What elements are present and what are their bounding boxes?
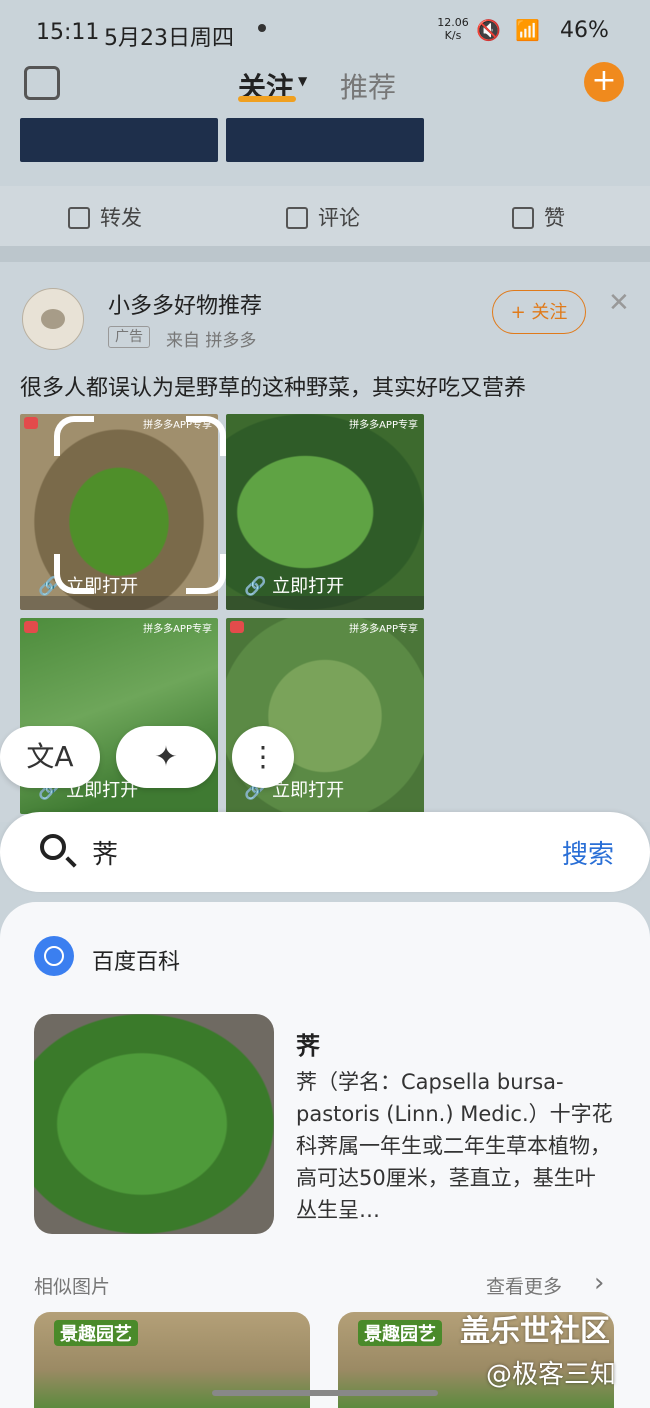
open-link[interactable]: 🔗 立即打开 (244, 572, 344, 598)
result-source[interactable]: 百度百科 (92, 944, 180, 976)
ad-image-tag: 拼多多APP专享 (349, 624, 418, 635)
repost-button[interactable]: 转发 (68, 202, 142, 232)
ad-image-caption-strip (20, 596, 218, 610)
calendar-check-icon[interactable] (24, 66, 60, 100)
watermark-community: 盖乐世社区 (460, 1314, 610, 1349)
post-image[interactable] (226, 118, 424, 162)
search-bar: 荠 搜索 (0, 812, 650, 892)
ad-image-tag: 拼多多APP专享 (349, 420, 418, 431)
tab-active-indicator (238, 96, 296, 102)
like-button[interactable]: 赞 (512, 202, 565, 232)
result-description[interactable]: 荠（学名：Capsella bursa-pastoris (Linn.) Med… (296, 1066, 616, 1226)
compose-button[interactable]: + (584, 62, 624, 102)
translate-button[interactable]: 文A (0, 726, 100, 788)
similar-image-logo: 景趣园艺 (54, 1320, 138, 1346)
caret-down-icon[interactable]: ▼ (298, 74, 307, 88)
more-options-button[interactable]: ⋮ (232, 726, 294, 788)
search-button[interactable]: 搜索 (562, 834, 614, 871)
avatar[interactable] (22, 288, 84, 350)
ad-badge: 广告 (108, 326, 150, 348)
selection-corner[interactable] (54, 416, 94, 456)
selection-corner[interactable] (54, 554, 94, 594)
similar-images-label: 相似图片 (34, 1276, 111, 1298)
result-image[interactable] (34, 1014, 274, 1234)
close-icon[interactable]: ✕ (608, 288, 630, 318)
heart-icon (230, 621, 244, 633)
translate-icon: 文A (26, 740, 74, 773)
heart-icon (24, 621, 38, 633)
selection-corner[interactable] (186, 416, 226, 456)
ad-image[interactable]: 拼多多APP专享 🔗 立即打开 (226, 414, 424, 610)
comment-button[interactable]: 评论 (286, 202, 360, 232)
repost-icon (68, 207, 90, 229)
ad-headline: 很多人都误认为是野草的这种野菜，其实好吃又营养 (20, 376, 527, 401)
status-bar: 15:11 5月23日周四 12.06 K/s 🔇 ︎📶 46% (0, 0, 650, 60)
search-icon (40, 834, 66, 860)
comment-icon (286, 207, 308, 229)
ad-image-tag: 拼多多APP专享 (143, 624, 212, 635)
heart-icon (24, 417, 38, 429)
search-input[interactable]: 荠 (92, 834, 118, 871)
ai-sparkle-button[interactable]: ✦ (116, 726, 216, 788)
result-title[interactable]: 荠 (296, 1026, 320, 1061)
see-more-link[interactable]: 查看更多 (486, 1272, 562, 1299)
chevron-right-icon[interactable]: › (594, 1268, 604, 1298)
follow-button[interactable]: + 关注 (492, 290, 586, 334)
home-indicator[interactable] (212, 1390, 438, 1396)
post-image[interactable] (20, 118, 218, 162)
ad-account-name[interactable]: 小多多好物推荐 (108, 288, 262, 320)
thumbs-up-icon (512, 207, 534, 229)
battery-level: 46% (560, 18, 609, 43)
more-vertical-icon: ⋮ (249, 740, 277, 773)
watermark-author: @极客三知 (486, 1360, 617, 1390)
notification-dot (258, 24, 266, 32)
ad-image-caption-strip (226, 596, 424, 610)
status-time: 15:11 (36, 20, 100, 45)
baidu-baike-icon (34, 936, 74, 976)
signal-icons: 🔇 ︎📶 (476, 18, 545, 42)
ad-source: 来自 拼多多 (166, 331, 257, 351)
divider (0, 246, 650, 262)
similar-image-logo: 景趣园艺 (358, 1320, 442, 1346)
status-date: 5月23日周四 (104, 26, 234, 51)
tab-recommend[interactable]: 推荐 (340, 66, 396, 106)
net-speed: 12.06 K/s (437, 16, 469, 42)
selection-corner[interactable] (186, 554, 226, 594)
sparkle-icon: ✦ (154, 740, 178, 773)
